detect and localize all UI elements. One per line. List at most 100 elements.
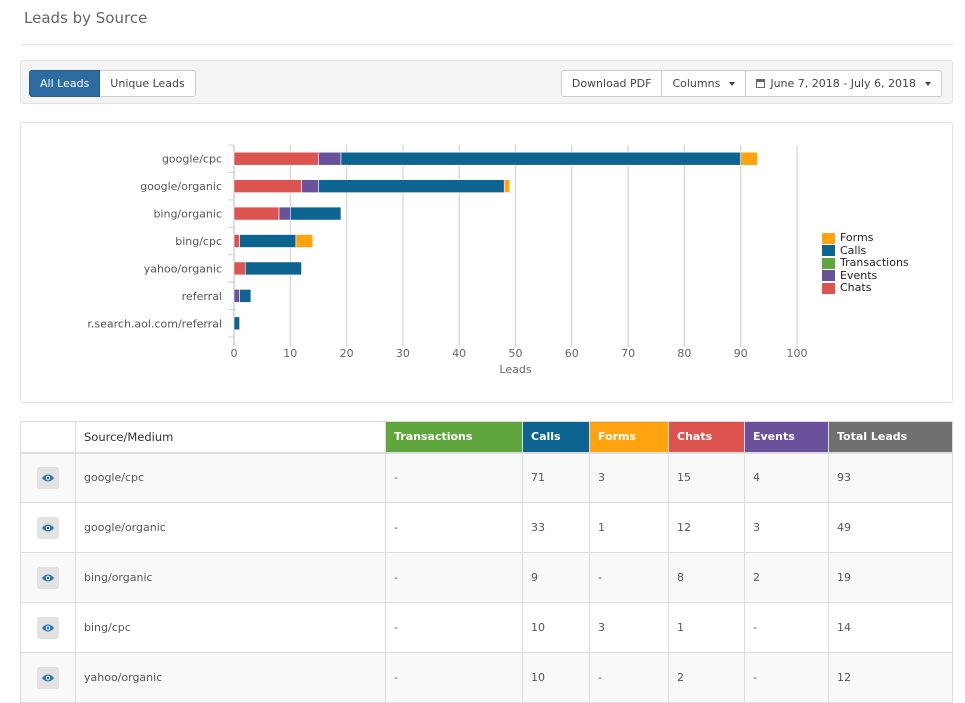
caret-down-icon: [925, 81, 931, 86]
leads-bar-chart: 0 10 20 30 40 50 60 70 80 90 100 Leads google/cpc goo…: [87, 144, 808, 376]
title-divider: [20, 44, 953, 45]
columns-dropdown[interactable]: Columns: [662, 70, 747, 97]
cell-events: -: [744, 652, 829, 703]
legend-label: Transactions: [840, 256, 909, 269]
view-details-button[interactable]: [37, 616, 59, 639]
report-actions: Download PDF Columns June 7, 2018 - July…: [560, 70, 942, 97]
cell-events: 4: [744, 452, 829, 503]
x-tick-label: 50: [509, 347, 523, 360]
bar-segment-chats: [233, 206, 280, 221]
legend-label: Forms: [840, 231, 874, 244]
cell-forms: 3: [589, 452, 669, 503]
view-cell: [20, 552, 76, 603]
unique-leads-button[interactable]: Unique Leads: [100, 70, 196, 97]
x-axis-title: Leads: [499, 363, 531, 376]
legend-swatch: [822, 270, 835, 282]
legend-swatch: [822, 282, 835, 294]
cell-chats: 12: [668, 502, 745, 553]
cell-transactions: -: [385, 452, 523, 503]
x-tick-label: 100: [787, 347, 808, 360]
bar-segment-chats: [233, 234, 240, 248]
bar-segment-chats: [233, 179, 302, 193]
cell-calls: 71: [522, 452, 590, 503]
table-header-row: Source/Medium Transactions Calls Forms C…: [20, 421, 953, 454]
leads-table: Source/Medium Transactions Calls Forms C…: [20, 421, 953, 703]
cell-calls: 9: [522, 552, 590, 603]
cell-events: -: [744, 602, 829, 653]
cell-calls: 33: [522, 502, 590, 553]
col-header-total-leads[interactable]: Total Leads: [828, 421, 953, 454]
y-category-label: referral: [182, 290, 222, 303]
cell-source: bing/cpc: [75, 602, 386, 653]
col-header-events[interactable]: Events: [744, 421, 829, 454]
eye-icon: [42, 524, 54, 531]
x-tick-label: 70: [621, 347, 635, 360]
bar-segment-events: [233, 289, 240, 303]
cell-transactions: -: [385, 602, 523, 653]
cell-events: 2: [744, 552, 829, 603]
page-title: Leads by Source: [24, 9, 148, 27]
cell-calls: 10: [522, 602, 590, 653]
table-row: google/organic -33 1 12 3 49: [20, 502, 953, 553]
bar-segment-events: [318, 151, 342, 166]
cell-calls: 10: [522, 652, 590, 703]
cell-forms: -: [589, 652, 669, 703]
cell-total-leads: 93: [828, 452, 953, 503]
cell-total-leads: 14: [828, 602, 953, 653]
toolbar: All Leads Unique Leads Download PDF Colu…: [20, 60, 953, 104]
x-tick-label: 20: [340, 347, 354, 360]
col-header-calls[interactable]: Calls: [522, 421, 590, 454]
cell-total-leads: 19: [828, 552, 953, 603]
bar-segment-forms: [295, 234, 314, 248]
col-header-chats[interactable]: Chats: [668, 421, 745, 454]
cell-source: bing/organic: [75, 552, 386, 603]
cell-total-leads: 49: [828, 502, 953, 553]
view-cell: [20, 452, 76, 503]
col-header-source[interactable]: Source/Medium: [75, 421, 386, 454]
cell-chats: 1: [668, 602, 745, 653]
cell-forms: 1: [589, 502, 669, 553]
legend-item-forms[interactable]: Forms: [822, 231, 909, 245]
bar-segment-calls: [233, 316, 240, 331]
date-range-picker[interactable]: June 7, 2018 - July 6, 2018: [746, 70, 942, 97]
download-pdf-button[interactable]: Download PDF: [560, 70, 663, 97]
cell-chats: 15: [668, 452, 745, 503]
view-details-button[interactable]: [37, 516, 59, 539]
cell-chats: 8: [668, 552, 745, 603]
cell-chats: 2: [668, 652, 745, 703]
y-category-label: yahoo/organic: [144, 262, 222, 275]
col-header-action: [20, 421, 76, 454]
table-row: yahoo/organic -10-2-12: [20, 652, 953, 703]
view-details-button[interactable]: [37, 666, 59, 689]
legend-item-transactions[interactable]: Transactions: [822, 256, 909, 270]
x-tick-label: 10: [283, 347, 297, 360]
legend-item-chats[interactable]: Chats: [822, 281, 909, 295]
legend-label: Chats: [840, 281, 872, 294]
view-cell: [20, 602, 76, 653]
bar-segment-calls: [239, 234, 297, 248]
x-tick-label: 90: [734, 347, 748, 360]
date-range-label: June 7, 2018 - July 6, 2018: [770, 77, 916, 90]
table-row: bing/cpc -10 3 1-14: [20, 602, 953, 653]
view-cell: [20, 502, 76, 553]
bar-segment-calls: [239, 289, 252, 303]
cell-transactions: -: [385, 552, 523, 603]
y-category-label: r.search.aol.com/referral: [87, 317, 222, 330]
bar-segment-events: [301, 179, 319, 193]
x-tick-label: 60: [565, 347, 579, 360]
view-details-button[interactable]: [37, 566, 59, 589]
y-category-label: google/organic: [140, 180, 222, 193]
eye-icon: [42, 674, 54, 681]
y-category-label: bing/cpc: [175, 235, 222, 248]
view-cell: [20, 652, 76, 703]
bar-segment-calls: [318, 179, 505, 193]
all-leads-button[interactable]: All Leads: [29, 70, 101, 97]
x-tick-label: 0: [231, 347, 238, 360]
bar-segment-calls: [289, 206, 342, 221]
lead-type-toggle: All Leads Unique Leads: [29, 70, 196, 97]
col-header-forms[interactable]: Forms: [589, 421, 669, 454]
bar-segment-chats: [233, 261, 246, 276]
y-category-label: google/cpc: [162, 153, 222, 166]
view-details-button[interactable]: [37, 466, 59, 489]
col-header-transactions[interactable]: Transactions: [385, 421, 523, 454]
